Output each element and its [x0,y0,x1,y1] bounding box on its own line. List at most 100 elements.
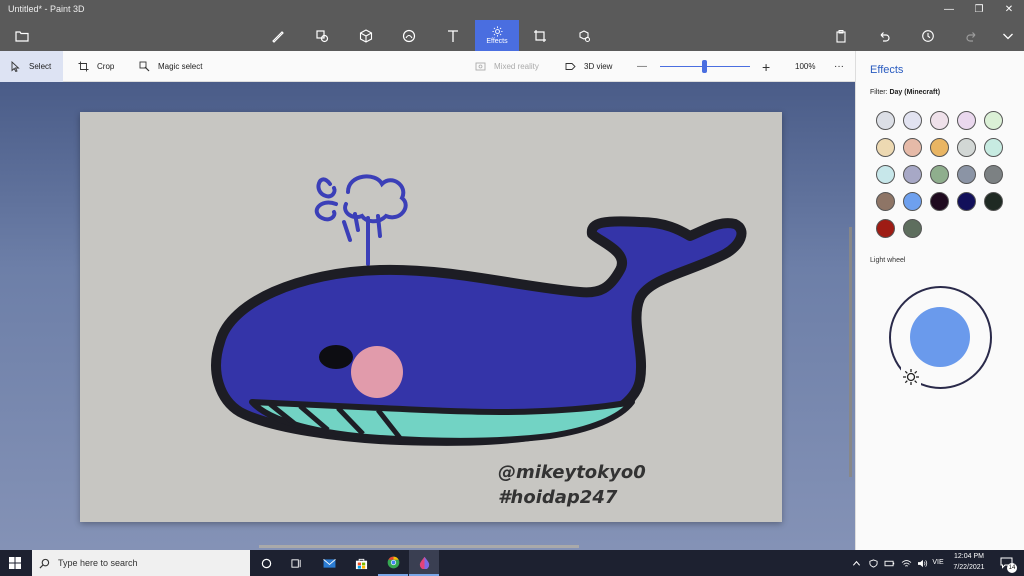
mail-icon [322,558,336,568]
filter-swatch[interactable] [930,138,949,157]
library-icon [579,29,590,42]
chevron-up-icon [852,560,860,566]
filter-swatch[interactable] [957,111,976,130]
zoom-level[interactable]: 100% [795,51,815,82]
drawing-canvas[interactable]: @mikeytokyo0 #hoidap247 [80,112,782,522]
filter-swatch[interactable] [903,111,922,130]
history-button[interactable] [906,20,950,51]
filter-swatch[interactable] [876,138,895,157]
filter-swatch[interactable] [957,165,976,184]
vertical-scrollbar[interactable] [849,227,852,477]
cortana-button[interactable] [251,550,281,576]
filter-swatch[interactable] [903,219,922,238]
filter-swatch[interactable] [930,165,949,184]
zoom-in-button[interactable]: + [762,51,770,82]
watermark-hashtag: #hoidap247 [498,487,618,508]
filter-swatch[interactable] [957,138,976,157]
filter-swatch[interactable] [876,219,895,238]
filter-swatch[interactable] [930,192,949,211]
3d-library-tool[interactable] [562,20,606,51]
filter-swatch[interactable] [984,111,1003,130]
history-icon [922,29,934,42]
close-button[interactable]: ✕ [994,0,1024,20]
expand-button[interactable] [986,20,1024,51]
app-header: Untitled* - Paint 3D — ❐ ✕ Effects [0,0,1024,51]
taskbar-search[interactable]: Type here to search [32,550,250,576]
shield-icon [868,558,878,568]
volume-indicator[interactable] [913,550,931,576]
input-language[interactable]: VIE [930,559,946,566]
stickers-tool[interactable] [387,20,431,51]
3d-view-icon [565,63,576,70]
clock-time[interactable]: 12:04 PM [948,553,990,560]
store-app[interactable] [346,550,376,576]
chrome-app[interactable] [378,550,408,576]
filter-swatch[interactable] [957,192,976,211]
filter-swatch[interactable] [984,192,1003,211]
filter-swatch[interactable] [876,111,895,130]
filter-swatch[interactable] [903,165,922,184]
cortana-icon [261,558,271,568]
start-button[interactable] [0,550,30,576]
select-button[interactable]: Select [0,51,64,82]
paste-button[interactable] [819,20,863,51]
2d-shapes-tool[interactable] [300,20,344,51]
text-tool[interactable] [431,20,475,51]
filter-swatch[interactable] [903,138,922,157]
zoom-out-button[interactable]: — [637,51,647,82]
paint3d-app[interactable] [409,550,439,576]
text-icon [448,29,458,42]
task-view-button[interactable] [281,550,311,576]
mixed-reality-button[interactable]: Mixed reality [475,51,539,82]
filter-swatch[interactable] [903,192,922,211]
action-center-button[interactable]: 14 [994,550,1020,576]
filter-swatch[interactable] [930,111,949,130]
search-placeholder: Type here to search [58,558,138,568]
battery-indicator[interactable] [880,550,898,576]
effects-label: Effects [486,38,508,45]
cursor-icon [11,61,20,72]
canvas-tool[interactable] [518,20,562,51]
light-color-preview [910,307,970,367]
3d-view-label: 3D view [584,62,613,71]
3d-shapes-tool[interactable] [344,20,388,51]
sticker-icon [402,29,416,42]
whale-eye [319,345,353,369]
horizontal-scrollbar[interactable] [259,545,579,548]
minimize-button[interactable]: — [934,0,964,20]
mail-app[interactable] [314,550,344,576]
magic-select-button[interactable]: Magic select [139,51,202,82]
filter-swatch[interactable] [876,192,895,211]
light-handle[interactable] [901,367,921,387]
brushes-tool[interactable] [256,20,300,51]
taskbar: Type here to search VIE 12:04 PM 7/22/20… [0,550,1024,576]
filter-swatch[interactable] [876,165,895,184]
sun-handle-icon [903,369,919,385]
more-options-button[interactable]: ··· [834,51,844,82]
whale-blush [351,346,403,398]
menu-button[interactable] [0,20,44,51]
watermark-handle: @mikeytokyo0 [498,462,646,483]
filter-swatch[interactable] [984,138,1003,157]
task-view-icon [290,558,301,568]
canvas-crop-icon [534,29,546,42]
effects-tool[interactable]: Effects [475,20,519,51]
restore-button[interactable]: ❐ [964,0,994,20]
3d-view-button[interactable]: 3D view [565,51,612,82]
chevron-down-icon [1003,33,1013,39]
crop-icon [78,61,89,72]
clock-date[interactable]: 7/22/2021 [948,564,990,571]
crop-button[interactable]: Crop [78,51,114,82]
zoom-slider-thumb[interactable] [702,60,707,73]
shapes-2d-icon [316,29,329,42]
filter-swatch[interactable] [984,165,1003,184]
windows-logo-icon [9,557,21,569]
crop-label: Crop [97,62,115,71]
whale-drawing [211,174,747,446]
panel-title: Effects [870,64,904,76]
undo-button[interactable] [862,20,906,51]
redo-icon [966,31,976,42]
selection-toolbar: Select Crop Magic select Mixed reality 3… [0,51,855,82]
volume-icon [917,559,927,567]
water-spout [314,174,408,266]
